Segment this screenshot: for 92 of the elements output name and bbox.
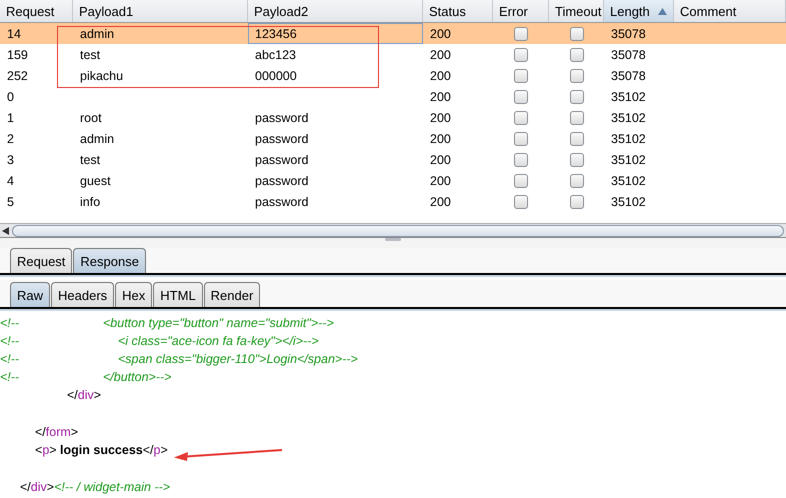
table-cell-text: password xyxy=(254,172,310,190)
tab[interactable]: Render xyxy=(204,282,260,307)
table-cell-text: test xyxy=(79,152,102,168)
checkbox[interactable] xyxy=(570,90,584,104)
code-line: </div><!-- / widget-main --> xyxy=(20,480,170,494)
table-cell-text: 4 xyxy=(6,172,15,190)
table-cell-text: info xyxy=(79,194,102,210)
comment-marker: <!-- xyxy=(0,352,20,366)
checkbox[interactable] xyxy=(514,26,528,40)
comment-marker: <!-- xyxy=(0,316,20,330)
table-cell-text: 35078 xyxy=(610,46,647,64)
tab[interactable]: Request xyxy=(10,248,72,273)
table-cell-text: 200 xyxy=(429,26,452,42)
code-line: <p> login success</p> xyxy=(35,443,168,457)
table-cell-text: 35102 xyxy=(610,194,647,210)
tab[interactable]: HTML xyxy=(153,282,203,307)
column-header[interactable]: Request xyxy=(0,0,73,22)
code-line: </div> xyxy=(67,388,102,402)
horizontal-scrollbar[interactable] xyxy=(0,223,786,237)
column-header[interactable]: Comment xyxy=(674,0,786,22)
table-cell-text: 35102 xyxy=(610,88,647,106)
sort-ascending-icon xyxy=(658,8,667,14)
column-header[interactable]: Status xyxy=(423,0,493,22)
checkbox[interactable] xyxy=(570,110,584,124)
table-cell-text: 1 xyxy=(6,110,15,126)
table-cell-text: password xyxy=(254,152,310,169)
tab[interactable]: Raw xyxy=(10,282,50,307)
checkbox[interactable] xyxy=(570,152,584,166)
table-cell-text: guest xyxy=(79,172,112,190)
table-cell-text: 200 xyxy=(429,68,452,84)
column-header[interactable]: Payload2 xyxy=(248,0,423,22)
table-cell-text: 200 xyxy=(429,130,452,148)
table-cell-text: root xyxy=(79,110,103,126)
table-cell-text: password xyxy=(254,110,310,127)
checkbox[interactable] xyxy=(570,132,584,146)
table-cell-text: 3 xyxy=(6,152,15,168)
table-cell-text: 200 xyxy=(429,152,452,168)
code-line: <i class="ace-icon fa fa-key"></i>--> xyxy=(118,334,319,348)
table-cell-text: 14 xyxy=(6,26,22,42)
checkbox[interactable] xyxy=(514,194,528,208)
table-cell-text: 2 xyxy=(6,130,15,148)
tab[interactable]: Headers xyxy=(51,282,114,307)
table-cell-text: 200 xyxy=(429,46,452,64)
code-line: <span class="bigger-110">Login</span>--> xyxy=(118,352,358,366)
checkbox[interactable] xyxy=(514,48,528,62)
table-cell-text: password xyxy=(254,194,310,211)
table-cell-text: 200 xyxy=(429,172,452,190)
table-cell-text: 252 xyxy=(6,68,29,84)
scroll-left-icon[interactable] xyxy=(2,226,10,234)
column-header[interactable]: Error xyxy=(493,0,549,22)
checkbox[interactable] xyxy=(514,152,528,166)
checkbox[interactable] xyxy=(570,194,584,208)
table-cell-text: 159 xyxy=(6,46,29,64)
table-cell-text: 35102 xyxy=(610,110,647,126)
scrollbar-thumb[interactable] xyxy=(12,224,784,236)
checkbox[interactable] xyxy=(570,174,584,188)
checkbox[interactable] xyxy=(514,110,528,124)
table-cell-text: 0 xyxy=(6,88,15,106)
tab[interactable]: Hex xyxy=(115,282,152,307)
table-cell-text: test xyxy=(79,46,102,64)
checkbox[interactable] xyxy=(514,68,528,82)
comment-marker: <!-- xyxy=(0,370,20,384)
table-cell-text: admin xyxy=(79,130,116,148)
table-row[interactable]: 14 admin 123456 200 35078 xyxy=(0,23,786,44)
table-cell-text: 35078 xyxy=(610,68,647,84)
table-cell-text: 35102 xyxy=(610,172,647,190)
table-cell-text: pikachu xyxy=(79,68,124,85)
table-cell: 123456 xyxy=(248,23,423,44)
checkbox[interactable] xyxy=(514,174,528,188)
tab[interactable]: Response xyxy=(73,248,146,273)
table-cell-text: 200 xyxy=(429,110,452,126)
code-line: <button type="button" name="submit">--> xyxy=(103,316,334,330)
table-cell-text: admin xyxy=(79,26,116,42)
checkbox[interactable] xyxy=(514,132,528,146)
table-cell-text: 35102 xyxy=(610,130,647,148)
table-cell-text: 200 xyxy=(429,88,452,106)
table-cell-text: 35078 xyxy=(610,26,647,42)
code-line: </button>--> xyxy=(103,370,172,384)
table-cell-text: 5 xyxy=(6,194,15,210)
table-cell-text: password xyxy=(254,130,310,148)
column-header[interactable]: Length xyxy=(604,0,674,22)
checkbox[interactable] xyxy=(514,90,528,104)
checkbox[interactable] xyxy=(570,68,584,82)
table-cell-text: 200 xyxy=(429,194,452,210)
checkbox[interactable] xyxy=(570,48,584,62)
checkbox[interactable] xyxy=(570,26,584,40)
table-cell-text: abc123 xyxy=(254,46,298,64)
comment-marker: <!-- xyxy=(0,334,20,348)
column-header[interactable]: Payload1 xyxy=(73,0,248,22)
table-cell-text: 000000 xyxy=(254,68,298,84)
table-cell-text: 35102 xyxy=(610,152,647,168)
code-line: </form> xyxy=(35,425,78,439)
